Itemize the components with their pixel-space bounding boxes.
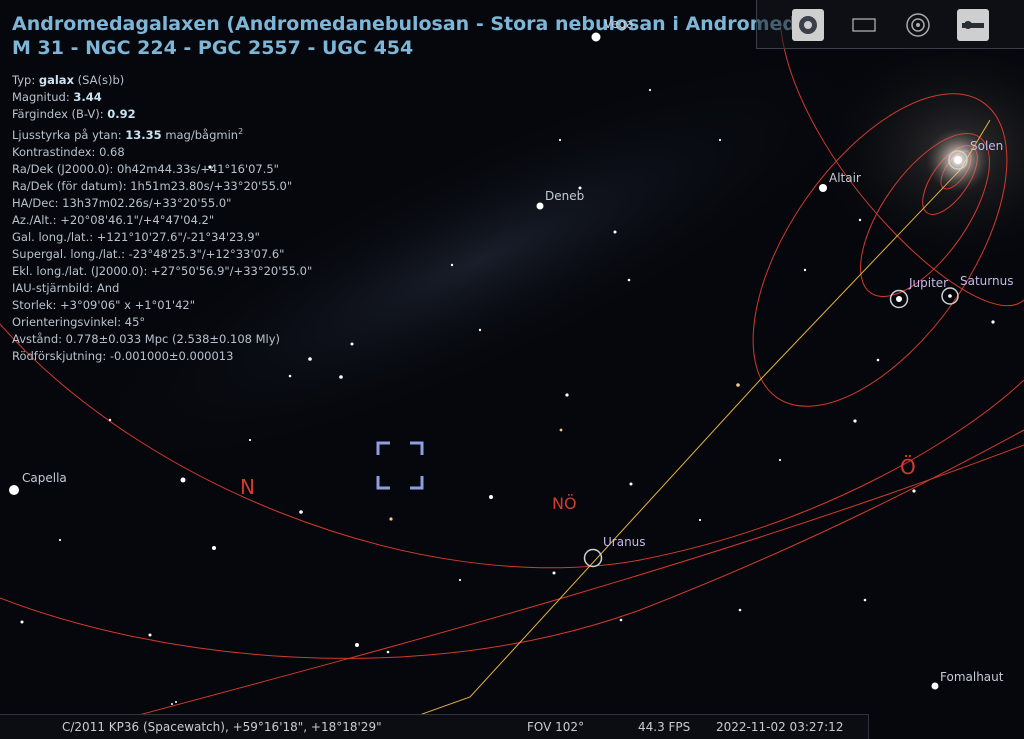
- info-contrast: Kontrastindex: 0.68: [12, 144, 125, 159]
- info-radec-j2000: Ra/Dek (J2000.0): 0h42m44.33s/+41°16'07.…: [12, 161, 279, 176]
- info-hadec: HA/Dec: 13h37m02.26s/+33°20'55.0": [12, 195, 232, 210]
- info-mag-value: 3.44: [73, 90, 102, 104]
- status-fps: 44.3 FPS: [638, 720, 691, 734]
- info-type: Typ: galax (SA(s)b): [12, 72, 312, 89]
- object-title: Andromedagalaxen (Andromedanebulosan - S…: [12, 12, 818, 60]
- info-surface-unit: mag/bågmin: [165, 127, 239, 142]
- info-radec-date: Ra/Dek (för datum): 1h51m23.80s/+33°20'5…: [12, 178, 293, 193]
- info-type-value: galax: [38, 73, 74, 87]
- info-ecliptic: Ekl. long./lat. (J2000.0): +27°50'56.9"/…: [12, 263, 313, 278]
- top-toolbar: [756, 0, 1024, 49]
- info-distance: Avstånd: 0.778±0.033 Mpc (2.538±0.108 Ml…: [12, 331, 281, 346]
- target-toolbar-button[interactable]: [902, 9, 934, 41]
- info-surface-sup: 2: [238, 127, 244, 136]
- window-toolbar-button[interactable]: [849, 9, 881, 41]
- info-surface-value: 13.35: [125, 127, 162, 142]
- info-mag-label: Magnitud:: [12, 90, 70, 104]
- info-size: Storlek: +3°09'06" x +1°01'42": [12, 297, 195, 312]
- status-fov: FOV 102°: [527, 720, 585, 734]
- info-surface-brightness: Ljusstyrka på ytan: 13.35 mag/bågmin2: [12, 123, 312, 144]
- info-orientation: Orienteringsvinkel: 45°: [12, 314, 146, 329]
- bottom-status-bar: C/2011 KP36 (Spacewatch), +59°16'18", +1…: [0, 714, 869, 739]
- cardinal-north: N: [240, 475, 255, 499]
- info-galactic: Gal. long./lat.: +121°10'27.6"/-21°34'23…: [12, 229, 260, 244]
- label-deneb[interactable]: Deneb: [545, 189, 584, 203]
- info-magnitude: Magnitud: 3.44: [12, 89, 312, 106]
- telescope-toolbar-button[interactable]: [957, 9, 989, 41]
- object-info-panel: Typ: galax (SA(s)b) Magnitud: 3.44 Färgi…: [12, 72, 312, 365]
- info-supergalactic: Supergal. long./lat.: -23°48'25.3"/+12°3…: [12, 246, 285, 261]
- label-jupiter[interactable]: Jupiter: [909, 276, 948, 290]
- cardinal-east: Ö: [900, 455, 916, 479]
- camera-icon: [799, 16, 817, 34]
- info-iau-constellation: IAU-stjärnbild: And: [12, 280, 120, 295]
- telescope-icon: [962, 21, 984, 29]
- label-altair[interactable]: Altair: [829, 171, 861, 185]
- label-vega[interactable]: Vega: [604, 17, 634, 31]
- target-icon: [906, 13, 930, 37]
- window-icon: [852, 18, 876, 32]
- sun-core: [954, 156, 962, 164]
- info-color-label: Färgindex (B-V):: [12, 107, 104, 121]
- camera-toolbar-button[interactable]: [792, 9, 824, 41]
- status-location[interactable]: C/2011 KP36 (Spacewatch), +59°16'18", +1…: [62, 720, 382, 734]
- cardinal-northeast: NÖ: [552, 494, 577, 513]
- label-saturnus[interactable]: Saturnus: [960, 274, 1013, 288]
- jupiter-dot: [896, 296, 902, 302]
- info-redshift: Rödförskjutning: -0.001000±0.000013: [12, 348, 234, 363]
- saturnus-dot: [948, 294, 952, 298]
- info-color-index: Färgindex (B-V): 0.92: [12, 106, 312, 123]
- uranus-marker[interactable]: [583, 548, 603, 568]
- info-surface-label: Ljusstyrka på ytan:: [12, 127, 122, 142]
- selection-marker[interactable]: [376, 441, 424, 490]
- label-fomalhaut[interactable]: Fomalhaut: [940, 670, 1003, 684]
- info-type-suffix: (SA(s)b): [77, 73, 125, 87]
- label-uranus[interactable]: Uranus: [603, 535, 646, 549]
- info-azalt: Az./Alt.: +20°08'46.1"/+4°47'04.2": [12, 212, 215, 227]
- label-solen[interactable]: Solen: [970, 139, 1003, 153]
- status-datetime[interactable]: 2022-11-02 03:27:12: [716, 720, 843, 734]
- info-type-label: Typ:: [12, 73, 36, 87]
- object-title-line2: M 31 - NGC 224 - PGC 2557 - UGC 454: [12, 37, 414, 59]
- label-capella[interactable]: Capella: [22, 471, 67, 485]
- object-title-line1: Andromedagalaxen (Andromedanebulosan - S…: [12, 13, 818, 35]
- info-color-value: 0.92: [107, 107, 136, 121]
